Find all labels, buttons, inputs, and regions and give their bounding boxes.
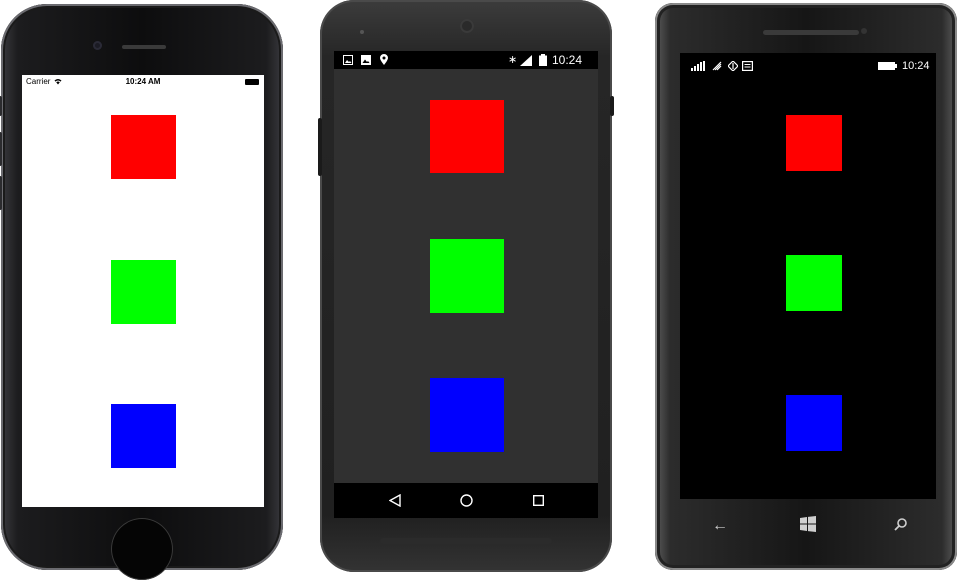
wifi-icon — [712, 61, 722, 71]
front-camera — [460, 19, 474, 33]
signal-icon — [520, 55, 532, 66]
status-bar: ∗ 10:24 — [334, 51, 598, 69]
battery-icon — [245, 79, 259, 85]
location-pin-icon — [380, 54, 388, 65]
android-screen: ∗ 10:24 — [334, 51, 598, 518]
search-icon[interactable] — [894, 517, 908, 531]
status-time: 10:24 AM — [125, 77, 161, 86]
iphone-device: Carrier 10:24 AM — [0, 4, 283, 580]
android-device: ∗ 10:24 — [318, 0, 614, 572]
blue-square — [786, 395, 842, 451]
hardware-nav-bar: ← — [680, 499, 936, 549]
front-camera — [93, 41, 102, 50]
message-icon — [742, 61, 753, 71]
red-square — [786, 115, 842, 171]
volume-button — [318, 118, 322, 176]
bottom-speaker — [380, 538, 552, 544]
red-square — [430, 100, 504, 173]
home-button[interactable] — [111, 518, 173, 580]
back-icon[interactable]: ← — [712, 517, 728, 535]
status-bar: 10:24 — [680, 53, 936, 79]
battery-icon — [878, 62, 897, 70]
volume-up-button — [0, 132, 2, 166]
blue-square — [430, 378, 504, 452]
earpiece-speaker — [122, 45, 166, 49]
signal-icon — [691, 61, 705, 71]
green-square — [786, 255, 842, 311]
red-square — [111, 115, 176, 179]
blue-square — [111, 404, 176, 468]
windows-start-icon[interactable] — [800, 516, 816, 532]
status-time: 10:24 — [552, 53, 583, 67]
green-square — [111, 260, 176, 324]
battery-icon — [539, 54, 547, 66]
mute-switch — [0, 96, 2, 116]
data-icon — [728, 61, 738, 71]
volume-down-button — [0, 176, 2, 210]
back-icon[interactable] — [389, 494, 401, 507]
status-bar: Carrier 10:24 AM — [22, 75, 264, 89]
status-time: 10:24 — [902, 60, 930, 72]
front-camera — [861, 28, 867, 34]
windows-phone-screen: 10:24 — [680, 53, 936, 499]
picture-icon — [343, 55, 353, 65]
power-button — [610, 96, 614, 116]
earpiece-speaker — [763, 30, 859, 35]
home-icon[interactable] — [460, 494, 473, 507]
image-icon — [361, 55, 371, 65]
windows-phone-device: 10:24 ← — [655, 3, 957, 570]
recents-icon[interactable] — [533, 495, 544, 506]
proximity-sensor — [360, 30, 364, 34]
bluetooth-icon: ∗ — [508, 54, 518, 66]
green-square — [430, 239, 504, 313]
navigation-bar — [334, 483, 598, 518]
iphone-screen: Carrier 10:24 AM — [22, 75, 264, 507]
